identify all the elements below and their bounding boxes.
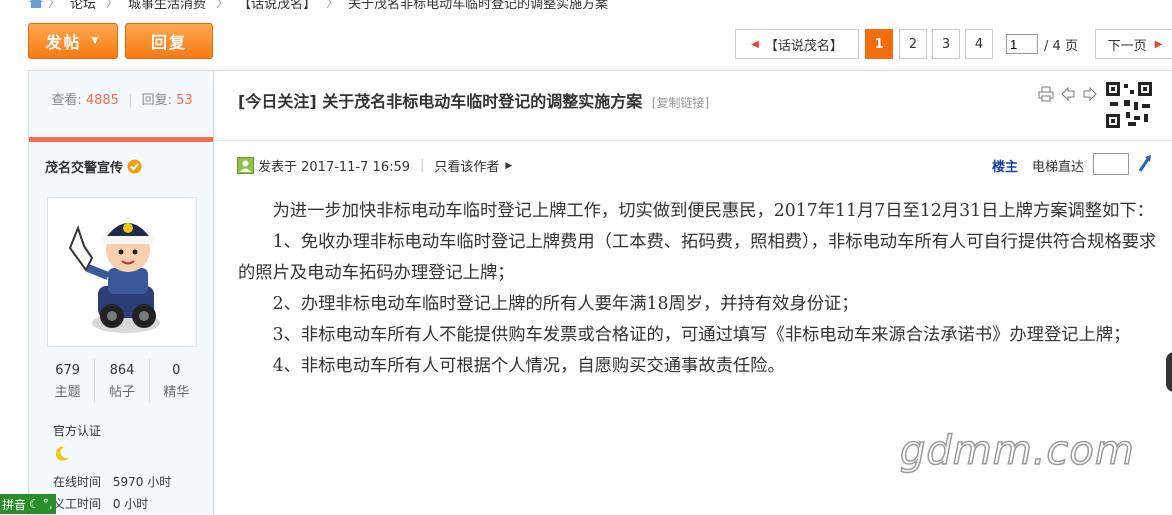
copy-link-button[interactable]: [复制链接] xyxy=(652,96,709,110)
work-time-value: 0 小时 xyxy=(112,497,149,511)
thread-title-text: [今日关注] 关于茂名非标电动车临时登记的调整实施方案 xyxy=(238,92,643,111)
author-stats: 679 主题 864 帖子 0 精华 xyxy=(41,359,203,403)
stat-value: 0 xyxy=(172,363,181,378)
post-status-icon xyxy=(237,157,254,174)
ime-label: 拼音 xyxy=(2,497,27,512)
stat-value: 679 xyxy=(55,363,81,378)
next-page-button[interactable]: 下一页 ▶ xyxy=(1095,29,1172,59)
breadcrumb: 〉 论坛 〉 城事生活消费 〉 【话说茂名】 〉 关于茂名非标电动车临时登记的调… xyxy=(28,0,614,12)
header-divider xyxy=(214,140,1172,141)
stat-label: 主题 xyxy=(54,385,81,400)
print-icon[interactable] xyxy=(1038,86,1054,106)
author-only-link[interactable]: 只看该作者 xyxy=(434,156,499,175)
caret-down-icon: ▼ xyxy=(91,36,101,46)
stats-divider: | xyxy=(128,93,133,108)
post-button-label: 发帖 xyxy=(45,33,82,52)
post-paragraph: 3、非标电动车所有人不能提供购车发票或合格证的，可通过填写《非标电动车来源合法承… xyxy=(272,325,1131,345)
page-number-input[interactable] xyxy=(1006,34,1039,54)
qr-code-icon[interactable] xyxy=(1104,80,1154,130)
post-date: 发表于 2017-11-7 16:59 xyxy=(258,160,411,175)
reply-button-label: 回复 xyxy=(150,33,187,52)
reply-button[interactable]: 回复 xyxy=(125,23,213,59)
page-4-button[interactable]: 4 xyxy=(965,29,993,59)
stat-posts[interactable]: 864 帖子 xyxy=(95,359,150,403)
post-paragraph: 2、办理非标电动车临时登记上牌的所有人要年满18周岁，并持有效身份证； xyxy=(272,294,859,314)
page-1-button[interactable]: 1 xyxy=(865,29,893,59)
moon-icon xyxy=(53,445,71,467)
breadcrumb-forum[interactable]: 论坛 xyxy=(70,0,96,12)
back-to-board-label: 【话说茂名】 xyxy=(764,38,843,54)
police-avatar-icon xyxy=(68,223,160,333)
meta-divider: | xyxy=(420,158,425,173)
floor-label: 楼主 xyxy=(992,160,1019,175)
floor-jump-input[interactable] xyxy=(1093,153,1129,175)
page-jump: / 4 页 xyxy=(998,29,1086,59)
post-content: 为进一步加快非标电动车临时登记上牌工作，切实做到便民惠民，2017年11月7日至… xyxy=(238,196,1158,382)
breadcrumb-category[interactable]: 城事生活消费 xyxy=(128,0,206,12)
moon-icon: ☾ xyxy=(29,497,40,511)
post-paragraph: 4、非标电动车所有人可根据个人情况，自愿购买交通事故责任险。 xyxy=(272,356,785,376)
previous-thread-icon[interactable] xyxy=(1060,86,1076,106)
post-button[interactable]: 发帖 ▼ xyxy=(28,23,118,59)
thread-tools xyxy=(1038,86,1098,106)
triangle-right-icon: ▶ xyxy=(1154,38,1163,50)
replies-label: 回复: xyxy=(141,93,172,108)
stat-value: 864 xyxy=(109,363,135,378)
avatar[interactable] xyxy=(47,197,197,347)
floor-jump-label: 电梯直达 xyxy=(1032,160,1085,175)
online-time-label: 在线时间 xyxy=(53,475,102,489)
breadcrumb-thread[interactable]: 关于茂名非标电动车临时登记的调整实施方案 xyxy=(348,0,608,12)
author-sidebar: 查看: 4885 | 回复: 53 茂名交警宣传 679 主题 864 帖子 0… xyxy=(28,70,214,515)
jump-arrow-icon[interactable] xyxy=(1136,153,1154,177)
next-page-label: 下一页 xyxy=(1107,38,1147,54)
replies-count: 53 xyxy=(176,93,193,108)
certification-label: 官方认证 xyxy=(53,424,102,438)
home-icon[interactable] xyxy=(28,0,44,9)
breadcrumb-board[interactable]: 【话说茂名】 xyxy=(238,0,316,12)
page-3-button[interactable]: 3 xyxy=(932,29,960,59)
chevron-right-icon: 〉 xyxy=(326,0,339,10)
stat-digest[interactable]: 0 精华 xyxy=(150,359,203,403)
back-to-board-button[interactable]: ◀ 【话说茂名】 xyxy=(735,29,859,59)
ime-status-bar[interactable]: 拼音 ☾ °, xyxy=(0,494,56,514)
page-total-label: / 4 页 xyxy=(1044,38,1078,54)
watermark: gdmm.com xyxy=(899,427,1135,475)
online-time-value: 5970 小时 xyxy=(112,475,172,489)
floating-side-tab[interactable] xyxy=(1166,352,1172,392)
triangle-left-icon: ◀ xyxy=(751,38,759,50)
punctuation-icon: °, xyxy=(42,497,53,511)
post-paragraph: 1、免收办理非标电动车临时登记上牌费用（工本费、拓码费，照相费），非标电动车所有… xyxy=(238,232,1157,283)
post-paragraph: 为进一步加快非标电动车临时登记上牌工作，切实做到便民惠民，2017年11月7日至… xyxy=(272,201,1154,221)
work-time-label: 义工时间 xyxy=(53,497,102,511)
chevron-right-icon: 〉 xyxy=(106,0,119,10)
stat-topics[interactable]: 679 主题 xyxy=(41,359,96,403)
post-meta: 发表于 2017-11-7 16:59 | 只看该作者 ▶ xyxy=(237,156,512,175)
author-name-row: 茂名交警宣传 xyxy=(45,157,142,176)
thread-title: [今日关注] 关于茂名非标电动车临时登记的调整实施方案 [复制链接] xyxy=(238,88,709,112)
stat-label: 帖子 xyxy=(108,385,135,400)
sidebar-accent-rule xyxy=(29,137,213,142)
next-thread-icon[interactable] xyxy=(1082,86,1098,106)
online-time-row: 在线时间 5970 小时 xyxy=(53,473,171,490)
chevron-right-icon: 〉 xyxy=(48,0,61,10)
stat-label: 精华 xyxy=(163,385,190,400)
chevron-right-icon: 〉 xyxy=(216,0,229,10)
verified-badge-icon xyxy=(127,159,142,174)
views-count: 4885 xyxy=(85,93,119,108)
work-time-row: 义工时间 0 小时 xyxy=(53,495,148,512)
triangle-right-icon: ▶ xyxy=(505,160,513,171)
author-name[interactable]: 茂名交警宣传 xyxy=(45,157,123,176)
views-label: 查看: xyxy=(51,93,82,108)
page-2-button[interactable]: 2 xyxy=(899,29,927,59)
thread-stats: 查看: 4885 | 回复: 53 xyxy=(29,89,215,108)
